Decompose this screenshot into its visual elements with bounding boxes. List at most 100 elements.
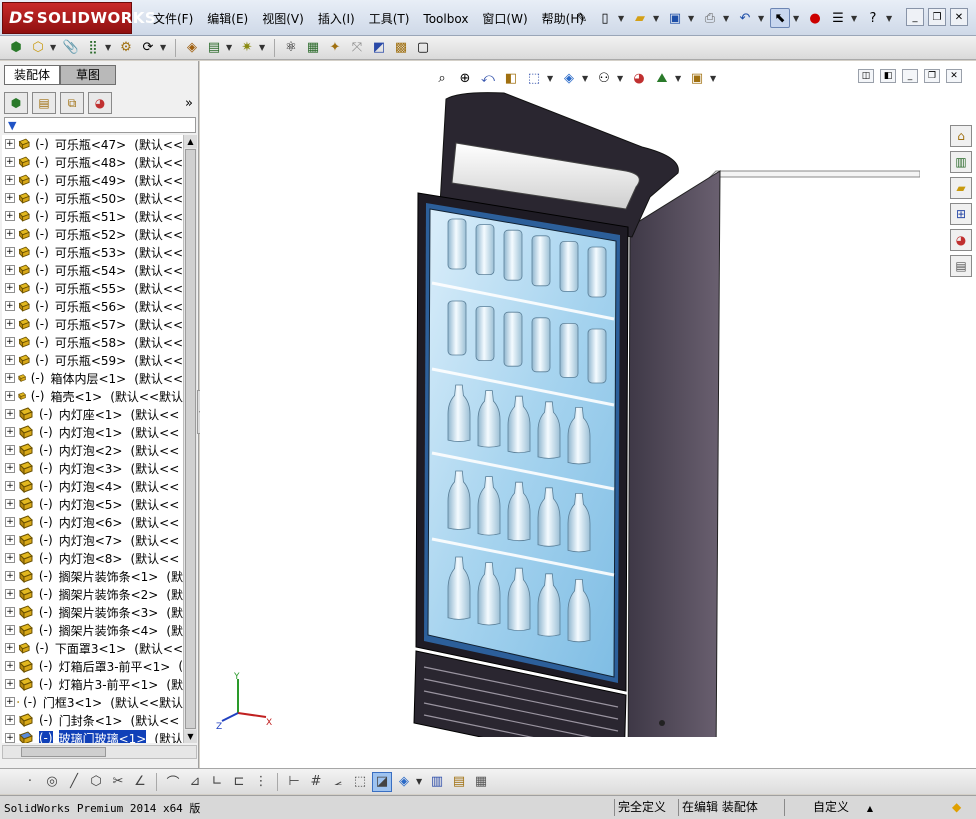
- clearance-verification-icon[interactable]: ▩: [391, 38, 411, 58]
- appearance-icon[interactable]: ◕: [629, 68, 649, 88]
- expand-icon[interactable]: +: [5, 697, 15, 707]
- shaded-icon[interactable]: ◈: [394, 772, 414, 792]
- expand-icon[interactable]: +: [5, 301, 15, 311]
- menu-view[interactable]: 视图(V): [255, 9, 311, 29]
- configuration-manager-icon[interactable]: ⧉: [60, 92, 84, 114]
- trim-icon[interactable]: ✂: [108, 772, 128, 792]
- hide-show-icon[interactable]: ⚇: [594, 68, 614, 88]
- chevron-down-icon[interactable]: ▼: [617, 74, 626, 83]
- linear-pattern-icon[interactable]: ⣿: [83, 38, 103, 58]
- tree-item[interactable]: + (-) 内灯泡<4> (默认<<: [2, 477, 183, 495]
- refrigerator-model[interactable]: [400, 87, 920, 737]
- expand-icon[interactable]: +: [5, 445, 15, 455]
- chevron-down-icon[interactable]: ▼: [653, 14, 662, 23]
- chevron-down-icon[interactable]: ▼: [758, 14, 767, 23]
- tree-item[interactable]: + (-) 下面罩3<1> (默认<<: [2, 639, 183, 657]
- tree-item[interactable]: + (-) 可乐瓶<56> (默认<<: [2, 297, 183, 315]
- undo-icon[interactable]: ↶: [735, 8, 755, 28]
- expand-icon[interactable]: +: [5, 661, 15, 671]
- measure-angle-icon[interactable]: ⦟: [328, 772, 348, 792]
- tree-item[interactable]: + (-) 内灯座<1> (默认<<: [2, 405, 183, 423]
- save-icon[interactable]: ▣: [665, 8, 685, 28]
- scroll-down-icon[interactable]: ▼: [184, 730, 197, 743]
- split-view-icon[interactable]: ◫: [858, 69, 874, 83]
- expand-icon[interactable]: +: [5, 175, 15, 185]
- expand-icon[interactable]: +: [5, 607, 15, 617]
- zoom-area-icon[interactable]: ⊕: [455, 68, 475, 88]
- tree-item[interactable]: + (-) 可乐瓶<51> (默认<<: [2, 207, 183, 225]
- chevron-down-icon[interactable]: ▼: [259, 43, 268, 52]
- mate-icon[interactable]: 📎: [61, 38, 81, 58]
- view-cube-icon[interactable]: ◪: [372, 771, 392, 792]
- home-icon[interactable]: ⌂: [950, 125, 972, 147]
- split-view-alt-icon[interactable]: ◧: [880, 69, 896, 83]
- display-style-icon[interactable]: ◈: [559, 68, 579, 88]
- chevron-down-icon[interactable]: ▼: [675, 74, 684, 83]
- scene-icon[interactable]: ⛰: [652, 68, 672, 88]
- expand-icon[interactable]: +: [5, 211, 15, 221]
- expand-icon[interactable]: +: [5, 337, 15, 347]
- tree-item[interactable]: + (-) 可乐瓶<52> (默认<<: [2, 225, 183, 243]
- chevron-down-icon[interactable]: ▼: [582, 74, 591, 83]
- tree-item[interactable]: + (-) 可乐瓶<49> (默认<<: [2, 171, 183, 189]
- properties-icon[interactable]: ▦: [471, 772, 491, 792]
- property-manager-icon[interactable]: ▤: [32, 92, 56, 114]
- expand-icon[interactable]: +: [5, 157, 15, 167]
- expand-icon[interactable]: +: [5, 427, 15, 437]
- tree-item[interactable]: + (-) 箱体内层<1> (默认<<: [2, 369, 183, 387]
- tree-item[interactable]: + (-) 搁架片装饰条<2> (默: [2, 585, 183, 603]
- expand-icon[interactable]: +: [5, 139, 15, 149]
- tree-item[interactable]: + (-) 可乐瓶<58> (默认<<: [2, 333, 183, 351]
- restore-doc-icon[interactable]: ❐: [924, 69, 940, 83]
- assembly-features-icon[interactable]: ▤: [204, 38, 224, 58]
- view-orientation-icon[interactable]: ⬚: [524, 68, 544, 88]
- tree-item[interactable]: + (-) 内灯泡<7> (默认<<: [2, 531, 183, 549]
- corner-icon[interactable]: ∟: [207, 772, 227, 792]
- close-doc-icon[interactable]: ✕: [946, 69, 962, 83]
- expand-icon[interactable]: +: [5, 319, 15, 329]
- insert-component-icon[interactable]: ⬢: [6, 38, 26, 58]
- scroll-up-icon[interactable]: ▲: [184, 135, 197, 148]
- offset-icon[interactable]: ⊏: [229, 772, 249, 792]
- fillet-icon[interactable]: ⌒: [163, 772, 183, 792]
- show-hidden-icon[interactable]: ◈: [182, 38, 202, 58]
- expand-icon[interactable]: +: [5, 715, 15, 725]
- exploded-view-icon[interactable]: ✦: [325, 38, 345, 58]
- close-icon[interactable]: ✕: [950, 8, 968, 26]
- menu-insert[interactable]: 插入(I): [311, 9, 362, 29]
- filter-icon[interactable]: ▼: [8, 119, 16, 132]
- parts-icon[interactable]: ▥: [427, 772, 447, 792]
- status-units[interactable]: 自定义 ▲: [784, 799, 944, 816]
- design-library-icon[interactable]: ▥: [950, 151, 972, 173]
- select-icon[interactable]: ⬉: [770, 8, 790, 28]
- solidworks-logo[interactable]: DS SOLIDWORKS: [2, 2, 156, 34]
- chevron-down-icon[interactable]: ▼: [688, 14, 697, 23]
- bill-of-materials-icon[interactable]: ▦: [303, 38, 323, 58]
- section-view-icon[interactable]: ◧: [501, 68, 521, 88]
- expand-icon[interactable]: +: [5, 229, 15, 239]
- tree-item[interactable]: + (-) 箱壳<1> (默认<<默认: [2, 387, 183, 405]
- dimension-icon[interactable]: ⊢: [284, 772, 304, 792]
- tab-assembly[interactable]: 装配体: [4, 65, 60, 85]
- print-icon[interactable]: ⎙: [700, 8, 720, 28]
- expand-icon[interactable]: +: [5, 355, 15, 365]
- appearances-icon[interactable]: ◕: [950, 229, 972, 251]
- chamfer-icon[interactable]: ⊿: [185, 772, 205, 792]
- open-icon[interactable]: ▰: [630, 8, 650, 28]
- expand-icon[interactable]: +: [5, 733, 15, 743]
- graphics-area[interactable]: ⌕ ⊕ ⤺ ◧ ⬚▼ ◈▼ ⚇▼ ◕ ⛰▼ ▣▼ ◫ ◧ _ ❐ ✕: [200, 61, 976, 768]
- expand-icon[interactable]: +: [5, 463, 15, 473]
- menu-window[interactable]: 窗口(W): [475, 9, 534, 29]
- expand-icon[interactable]: +: [5, 517, 15, 527]
- menu-file[interactable]: 文件(F): [146, 9, 200, 29]
- expand-icon[interactable]: +: [5, 625, 15, 635]
- expand-icon[interactable]: +: [5, 553, 15, 563]
- instant3d-icon[interactable]: ▢: [413, 38, 433, 58]
- chevron-down-icon[interactable]: ▼: [50, 43, 59, 52]
- tree-item[interactable]: + (-) 搁架片装饰条<1> (默: [2, 567, 183, 585]
- tree-item[interactable]: + (-) 灯箱片3-前平<1> (默: [2, 675, 183, 693]
- rebuild-icon[interactable]: ●: [805, 8, 825, 28]
- polygon-icon[interactable]: ⬡: [86, 772, 106, 792]
- tree-item[interactable]: + (-) 内灯泡<2> (默认<<: [2, 441, 183, 459]
- chevron-down-icon[interactable]: ▼: [160, 43, 169, 52]
